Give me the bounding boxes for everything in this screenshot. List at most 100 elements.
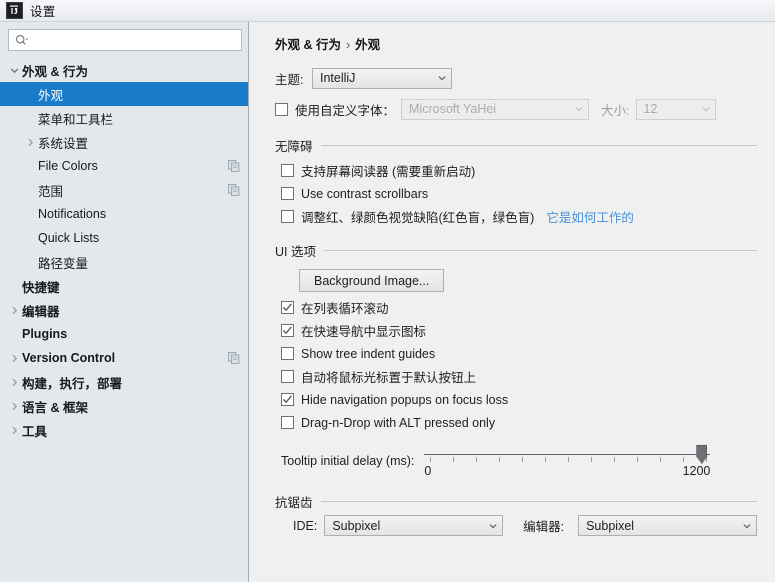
copy-settings-icon[interactable] <box>228 160 240 172</box>
show-icons-quick-nav-row[interactable]: 在快速导航中显示图标 <box>281 319 757 342</box>
antialiasing-editor-select[interactable]: Subpixel <box>578 515 758 536</box>
accessibility-group-header: 无障碍 <box>275 136 757 155</box>
position-cursor-default-button-checkbox[interactable] <box>281 370 294 383</box>
sidebar-item-label: 外观 <box>38 88 64 103</box>
sidebar-item-version-control[interactable]: Version Control <box>0 346 248 370</box>
window-title: 设置 <box>30 5 56 19</box>
settings-tree[interactable]: 外观 & 行为 外观 菜单和工具栏 系统设置 File Colors 范围 No… <box>0 57 248 582</box>
chevron-right-icon[interactable] <box>6 402 22 411</box>
slider-scale: 0 1200 <box>424 464 710 482</box>
theme-select[interactable]: IntelliJ <box>312 67 452 89</box>
sidebar-item-label: 编辑器 <box>22 304 60 319</box>
appearance-form: 主题: IntelliJ 使用自定义字体： Microsoft YaHei 大小… <box>249 65 775 536</box>
sidebar-item-system-settings[interactable]: 系统设置 <box>0 130 248 154</box>
chevron-right-icon[interactable] <box>6 354 22 363</box>
sidebar-item-label: Notifications <box>38 207 107 221</box>
sidebar-item-appearance[interactable]: 外观 <box>0 82 248 106</box>
sidebar-item-keymap[interactable]: 快捷键 <box>0 274 248 298</box>
ui-options-body: Background Image... 在列表循环滚动 在快速导航中显示图标 S… <box>275 264 757 482</box>
contrast-scrollbars-label: Use contrast scrollbars <box>301 186 429 201</box>
background-image-button[interactable]: Background Image... <box>299 269 445 292</box>
how-it-works-link[interactable]: 它是如何工作的 <box>546 207 634 226</box>
chevron-down-icon[interactable] <box>6 66 22 75</box>
sidebar-item-label: Quick Lists <box>38 231 100 245</box>
breadcrumb: 外观 & 行为 › 外观 <box>249 22 775 53</box>
sidebar-item-path-variables[interactable]: 路径变量 <box>0 250 248 274</box>
show-tree-indent-guides-row[interactable]: Show tree indent guides <box>281 342 757 365</box>
color-deficiency-row[interactable]: 调整红、绿颜色视觉缺陷(红色盲，绿色盲) 它是如何工作的 <box>281 205 757 228</box>
sidebar-item-label: 工具 <box>22 424 48 439</box>
theme-row: 主题: IntelliJ <box>275 65 757 91</box>
sidebar-item-quick-lists[interactable]: Quick Lists <box>0 226 248 250</box>
chevron-right-icon[interactable] <box>6 306 22 315</box>
show-icons-quick-nav-label: 在快速导航中显示图标 <box>301 325 427 339</box>
search-input[interactable] <box>29 31 241 49</box>
sidebar-item-editor[interactable]: 编辑器 <box>0 298 248 322</box>
hide-navigation-popups-row[interactable]: Hide navigation popups on focus loss <box>281 388 757 411</box>
chevron-right-icon[interactable] <box>6 378 22 387</box>
contrast-scrollbars-row[interactable]: Use contrast scrollbars <box>281 182 757 205</box>
cyclic-scrolling-checkbox[interactable] <box>281 301 294 314</box>
window-titlebar: 设置 <box>0 0 775 22</box>
chevron-down-icon <box>574 104 584 114</box>
sidebar-item-label: Version Control <box>22 351 116 365</box>
sidebar-item-notifications[interactable]: Notifications <box>0 202 248 226</box>
theme-value: IntelliJ <box>320 71 356 85</box>
sidebar-item-plugins[interactable]: Plugins <box>0 322 248 346</box>
use-custom-font-checkbox[interactable] <box>275 102 288 116</box>
drag-n-drop-alt-checkbox[interactable] <box>281 416 294 429</box>
copy-settings-icon[interactable] <box>228 184 240 196</box>
show-tree-indent-guides-label: Show tree indent guides <box>301 346 436 361</box>
show-icons-quick-nav-checkbox[interactable] <box>281 324 294 337</box>
drag-n-drop-alt-row[interactable]: Drag-n-Drop with ALT pressed only <box>281 411 757 434</box>
custom-font-select[interactable]: Microsoft YaHei <box>401 98 590 120</box>
screen-reader-support-row[interactable]: 支持屏幕阅读器 (需要重新启动) <box>281 159 757 182</box>
sidebar-item-appearance-behavior[interactable]: 外观 & 行为 <box>0 58 248 82</box>
screen-reader-support-checkbox[interactable] <box>281 164 294 177</box>
sidebar-search-wrap <box>0 22 248 57</box>
breadcrumb-leaf: 外观 <box>355 38 381 52</box>
antialiasing-ide-value: Subpixel <box>332 518 381 533</box>
search-icon <box>15 34 29 47</box>
sidebar-item-label: File Colors <box>38 159 98 173</box>
use-custom-font-label: 使用自定义字体： <box>295 103 396 118</box>
settings-content-pane: 外观 & 行为 › 外观 主题: IntelliJ 使用自定义字体： Microso… <box>249 22 775 582</box>
search-box[interactable] <box>8 29 242 51</box>
hide-navigation-popups-checkbox[interactable] <box>281 393 294 406</box>
group-divider <box>320 501 757 502</box>
color-deficiency-checkbox[interactable] <box>281 210 294 223</box>
intellij-idea-logo-icon <box>6 2 23 19</box>
font-size-value: 12 <box>643 102 658 116</box>
antialiasing-ide-select[interactable]: Subpixel <box>324 515 504 536</box>
sidebar-item-scopes[interactable]: 范围 <box>0 178 248 202</box>
font-size-select[interactable]: 12 <box>635 98 716 120</box>
drag-n-drop-alt-label: Drag-n-Drop with ALT pressed only <box>301 415 496 430</box>
sidebar-item-file-colors[interactable]: File Colors <box>0 154 248 178</box>
hide-navigation-popups-label: Hide navigation popups on focus loss <box>301 392 509 407</box>
position-cursor-default-button-row[interactable]: 自动将鼠标光标置于默认按钮上 <box>281 365 757 388</box>
copy-settings-icon[interactable] <box>228 352 240 364</box>
chevron-right-icon[interactable] <box>22 138 38 147</box>
chevron-down-icon <box>742 521 752 531</box>
antialiasing-group-header: 抗锯齿 <box>275 492 757 511</box>
show-tree-indent-guides-checkbox[interactable] <box>281 347 294 360</box>
ui-options-group-header: UI 选项 <box>275 241 757 260</box>
theme-label: 主题: <box>275 72 304 87</box>
chevron-down-icon <box>488 521 498 531</box>
settings-dialog-body: 外观 & 行为 外观 菜单和工具栏 系统设置 File Colors 范围 No… <box>0 22 775 582</box>
sidebar-item-label: 范围 <box>38 184 64 199</box>
cyclic-scrolling-label: 在列表循环滚动 <box>301 302 389 316</box>
custom-font-value: Microsoft YaHei <box>409 102 497 116</box>
chevron-down-icon <box>437 73 447 83</box>
sidebar-item-menus-toolbars[interactable]: 菜单和工具栏 <box>0 106 248 130</box>
sidebar-item-tools[interactable]: 工具 <box>0 418 248 442</box>
chevron-right-icon[interactable] <box>6 426 22 435</box>
chevron-down-icon <box>701 104 711 114</box>
contrast-scrollbars-checkbox[interactable] <box>281 187 294 200</box>
sidebar-item-build-execution-deployment[interactable]: 构建，执行，部署 <box>0 370 248 394</box>
tooltip-delay-slider[interactable]: 0 1200 <box>424 443 711 482</box>
cyclic-scrolling-row[interactable]: 在列表循环滚动 <box>281 296 757 319</box>
breadcrumb-root[interactable]: 外观 & 行为 <box>275 38 341 52</box>
sidebar-item-languages-frameworks[interactable]: 语言 & 框架 <box>0 394 248 418</box>
sidebar-item-label: 菜单和工具栏 <box>38 112 114 127</box>
